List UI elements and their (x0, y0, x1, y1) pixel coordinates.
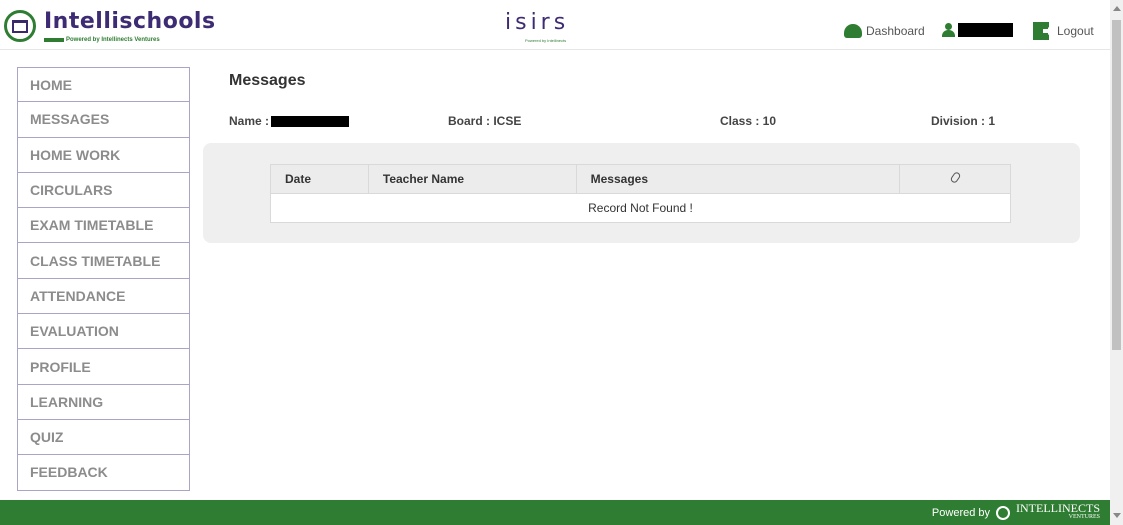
isirs-tagline: Powered by Intellinects (525, 38, 567, 43)
isirs-logo: isirs (505, 10, 570, 35)
sidebar-item-attendance[interactable]: ATTENDANCE (17, 278, 190, 315)
paperclip-icon (949, 170, 962, 185)
logout-label: Logout (1057, 24, 1094, 38)
sidebar-item-class-timetable[interactable]: CLASS TIMETABLE (17, 243, 190, 279)
logout-link[interactable]: Logout (1033, 22, 1094, 40)
sidebar-menu: HOME MESSAGES HOME WORK CIRCULARS EXAM T… (17, 67, 190, 491)
sidebar-item-home-work[interactable]: HOME WORK (17, 137, 190, 173)
name-redacted (271, 116, 350, 128)
class-info: Class : 10 (720, 114, 777, 128)
footer-credit: Powered by INTELLINECTS VENTURES (931, 502, 1100, 522)
brand-name: Intellischools (44, 9, 216, 34)
name-label: Name : (229, 114, 270, 128)
brand-bar (44, 38, 64, 42)
column-header-messages[interactable]: Messages (575, 164, 901, 194)
column-header-teacher-name[interactable]: Teacher Name (367, 164, 577, 194)
table-header-row: Date Teacher Name Messages (270, 164, 1011, 194)
dashboard-link[interactable]: Dashboard (844, 24, 925, 38)
intellischools-logo-icon[interactable] (4, 10, 36, 42)
dashboard-icon (844, 24, 862, 38)
page-title: Messages (229, 72, 306, 89)
page-scrollbar[interactable] (1110, 0, 1123, 525)
user-icon (942, 23, 955, 37)
username-redacted (958, 23, 1013, 37)
scroll-thumb[interactable] (1112, 20, 1121, 350)
scroll-down-arrow-icon[interactable] (1113, 513, 1121, 518)
scroll-up-arrow-icon[interactable] (1113, 6, 1121, 11)
user-menu[interactable] (942, 23, 1013, 37)
sidebar-item-learning[interactable]: LEARNING (17, 384, 190, 420)
sidebar-item-feedback[interactable]: FEEDBACK (17, 455, 190, 491)
dashboard-label: Dashboard (866, 24, 925, 38)
sidebar-item-evaluation[interactable]: EVALUATION (17, 314, 190, 350)
sidebar-item-circulars[interactable]: CIRCULARS (17, 172, 190, 209)
sidebar-item-exam-timetable[interactable]: EXAM TIMETABLE (17, 208, 190, 244)
header: Intellischools Powered by Intellinects V… (0, 0, 1110, 50)
intellinects-wordmark: INTELLINECTS VENTURES (1016, 502, 1100, 522)
brand-tagline: Powered by Intellinects Ventures (66, 37, 160, 43)
intellinects-logo-icon (996, 506, 1011, 520)
table-row: Record Not Found ! (270, 193, 1011, 223)
division-info: Division : 1 (931, 114, 996, 128)
sidebar-item-messages[interactable]: MESSAGES (17, 102, 190, 138)
logout-icon (1033, 22, 1049, 40)
sidebar-item-quiz[interactable]: QUIZ (17, 419, 190, 456)
sidebar-item-home[interactable]: HOME (17, 67, 190, 103)
powered-by-label: Powered by (931, 507, 991, 519)
sidebar-item-profile[interactable]: PROFILE (17, 349, 190, 385)
board-info: Board : ICSE (448, 114, 522, 128)
column-header-attachment (899, 164, 1011, 194)
student-name: Name : (229, 114, 350, 128)
empty-message: Record Not Found ! (270, 193, 1011, 223)
column-header-date[interactable]: Date (270, 164, 369, 194)
footer: Powered by INTELLINECTS VENTURES (0, 500, 1110, 525)
messages-table: Date Teacher Name Messages Record Not Fo… (270, 164, 1011, 223)
